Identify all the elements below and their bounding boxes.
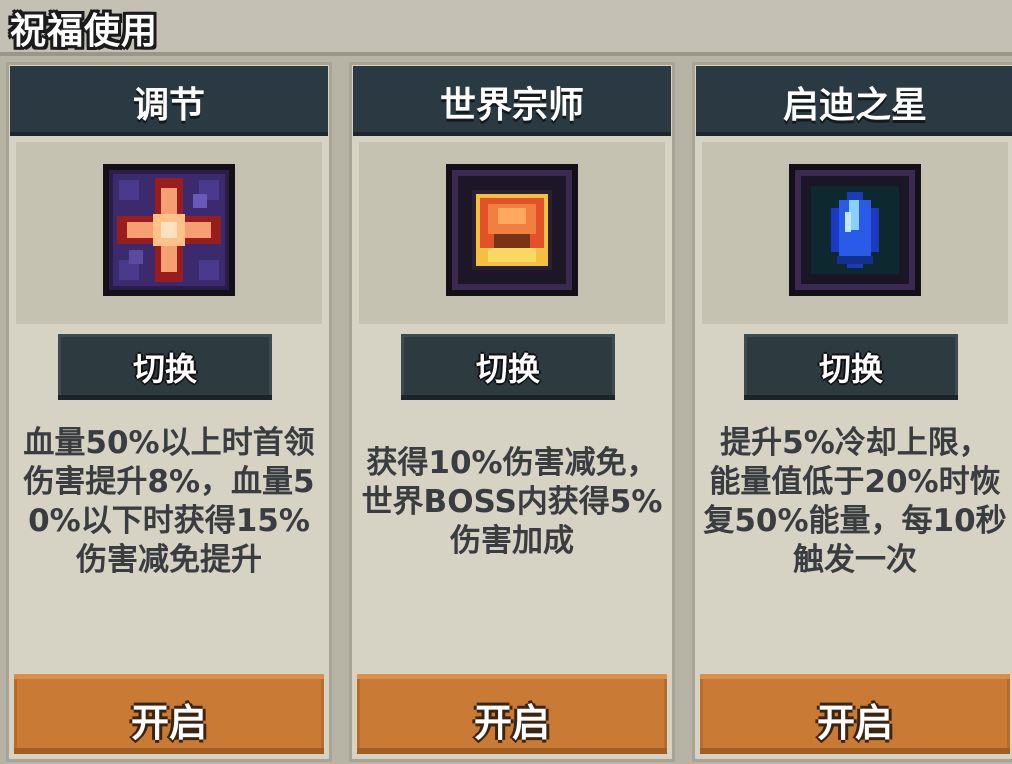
cross-star-icon bbox=[103, 164, 235, 296]
open-button-label: 开启 bbox=[473, 701, 550, 745]
open-button[interactable]: 开启 bbox=[14, 674, 324, 754]
card-description: 提升5%冷却上限， 能量值低于20%时恢 复50%能量，每10秒 触发一次 bbox=[703, 425, 1007, 578]
open-button[interactable]: 开启 bbox=[357, 674, 667, 754]
card-description: 血量50%以上时首领 伤害提升8%，血量5 0%以下时获得15% 伤害减免提升 bbox=[23, 425, 315, 578]
open-button[interactable]: 开启 bbox=[700, 674, 1010, 754]
card-title: 调节 bbox=[132, 85, 205, 126]
card-title-bar: 世界宗师 bbox=[353, 66, 671, 136]
blessing-card-1: 调节 切换 血量50%以上时首领 伤害提升8%，血量5 0%以下时获得15% 伤… bbox=[6, 62, 332, 762]
icon-area bbox=[359, 142, 665, 324]
icon-area bbox=[16, 142, 322, 324]
blessing-card-3: 启迪之星 切换 提升5%冷却上限， 能量值低于20%时恢 复50%能量，每10秒… bbox=[692, 62, 1012, 762]
blue-crystal-icon bbox=[789, 164, 921, 296]
card-title-bar: 启迪之星 bbox=[696, 66, 1012, 136]
flame-shield-icon bbox=[446, 164, 578, 296]
switch-button[interactable]: 切换 bbox=[58, 334, 272, 400]
blessing-card-2: 世界宗师 切换 获得10%伤害减免， 世界BOSS内获得5% 伤害加成 开启 bbox=[349, 62, 675, 762]
open-button-label: 开启 bbox=[816, 701, 893, 745]
switch-button-label: 切换 bbox=[475, 350, 540, 388]
switch-button[interactable]: 切换 bbox=[744, 334, 958, 400]
switch-button-label: 切换 bbox=[818, 350, 883, 388]
open-button-label: 开启 bbox=[130, 701, 207, 745]
card-title-bar: 调节 bbox=[10, 66, 328, 136]
header-bar: 祝福使用 bbox=[0, 0, 1012, 56]
switch-button-label: 切换 bbox=[132, 350, 197, 388]
card-title: 世界宗师 bbox=[439, 85, 584, 126]
page-title: 祝福使用 bbox=[10, 11, 159, 52]
switch-button[interactable]: 切换 bbox=[401, 334, 615, 400]
card-description: 获得10%伤害减免， 世界BOSS内获得5% 伤害加成 bbox=[361, 445, 663, 559]
icon-area bbox=[702, 142, 1008, 324]
card-title: 启迪之星 bbox=[782, 85, 927, 126]
